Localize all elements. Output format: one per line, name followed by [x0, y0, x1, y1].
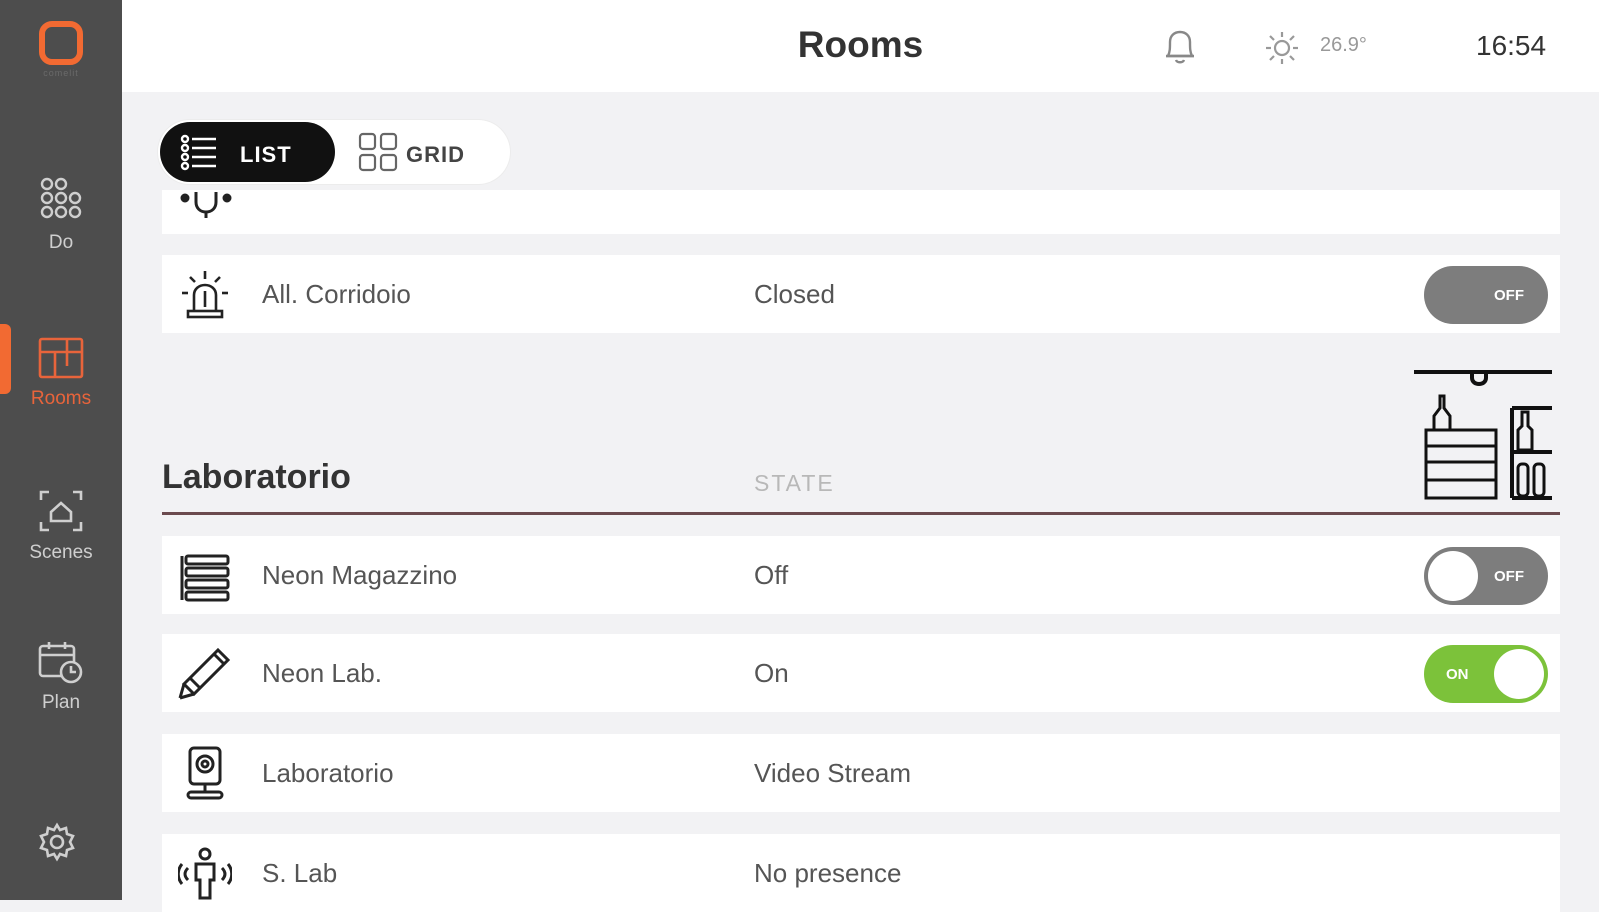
- presence-sensor-icon: [180, 192, 232, 218]
- clock-time: 16:54: [1476, 30, 1547, 61]
- sidebar: comelit Do Rooms Scenes Plan: [0, 0, 122, 900]
- sun-icon: [1266, 32, 1298, 64]
- list-item-neon-magazzino[interactable]: Neon Magazzino Off OFF: [162, 536, 1560, 614]
- camera-icon: [186, 746, 224, 800]
- nav-label-scenes: Scenes: [29, 542, 93, 563]
- nav-item-scenes[interactable]: Scenes: [0, 488, 122, 564]
- item-state: No presence: [754, 858, 902, 888]
- item-name: Laboratorio: [262, 758, 394, 788]
- alarm-siren-icon: [182, 271, 228, 319]
- grid-dots-icon: [40, 177, 82, 219]
- grid-icon: [358, 132, 398, 172]
- laboratory-illustration: [1414, 370, 1552, 500]
- toggle-switch[interactable]: OFF: [1424, 547, 1548, 605]
- section-title: Laboratorio: [162, 458, 351, 496]
- scene-house-icon: [39, 490, 83, 532]
- list-item-s-lab[interactable]: S. Lab No presence: [162, 834, 1560, 912]
- list-label: LIST: [240, 142, 292, 167]
- page-title: Rooms: [797, 24, 924, 65]
- nav-label-plan: Plan: [41, 692, 81, 713]
- toggle-switch[interactable]: OFF: [1424, 266, 1548, 324]
- top-header: Rooms 26.9° 16:54: [122, 0, 1599, 92]
- grid-view-button[interactable]: GRID: [348, 122, 498, 182]
- nav-item-do[interactable]: Do: [0, 176, 122, 254]
- item-state: Closed: [754, 279, 835, 309]
- neon-lights-icon: [180, 554, 230, 602]
- switch-knob: [1494, 649, 1544, 699]
- temperature-value: 26.9°: [1320, 34, 1367, 56]
- list-item-laboratorio-camera[interactable]: Laboratorio Video Stream: [162, 734, 1560, 812]
- list-view-button[interactable]: LIST: [160, 122, 335, 182]
- item-name: S. Lab: [262, 858, 338, 888]
- list-item-neon-lab[interactable]: Neon Lab. On ON: [162, 634, 1560, 712]
- toggle-switch[interactable]: ON: [1424, 645, 1548, 703]
- switch-label: OFF: [1494, 287, 1524, 304]
- nav-label-rooms: Rooms: [30, 388, 92, 409]
- nav-label-do: Do: [48, 232, 74, 253]
- item-state: Video Stream: [754, 758, 912, 788]
- switch-label: ON: [1446, 666, 1469, 683]
- item-name: Neon Lab.: [262, 658, 382, 688]
- item-state: Off: [754, 560, 789, 590]
- floorplan-icon: [38, 337, 84, 379]
- grid-label: GRID: [406, 142, 465, 167]
- item-name: Neon Magazzino: [262, 560, 458, 590]
- list-icon: [180, 134, 216, 171]
- switch-knob: [1428, 551, 1478, 601]
- item-state: On: [754, 658, 789, 688]
- neon-tube-icon: [178, 647, 231, 700]
- calendar-clock-icon: [38, 642, 83, 684]
- bell-icon[interactable]: [1162, 26, 1198, 66]
- item-name: All. Corridoio: [262, 279, 411, 309]
- presence-sensor-icon: [178, 847, 232, 900]
- switch-label: OFF: [1494, 568, 1524, 585]
- settings-gear-icon[interactable]: [37, 822, 77, 862]
- section-divider: [162, 512, 1560, 515]
- view-mode-toggle: LIST GRID: [158, 120, 510, 184]
- list-item-all-corridoio[interactable]: All. Corridoio Closed OFF: [162, 255, 1560, 333]
- nav-item-rooms[interactable]: Rooms: [0, 336, 122, 410]
- list-item-partial[interactable]: [162, 190, 1560, 234]
- comelit-logo-icon: [39, 21, 83, 65]
- logo-text: comelit: [43, 68, 79, 78]
- state-column-header: STATE: [754, 470, 835, 496]
- nav-item-plan[interactable]: Plan: [0, 640, 122, 714]
